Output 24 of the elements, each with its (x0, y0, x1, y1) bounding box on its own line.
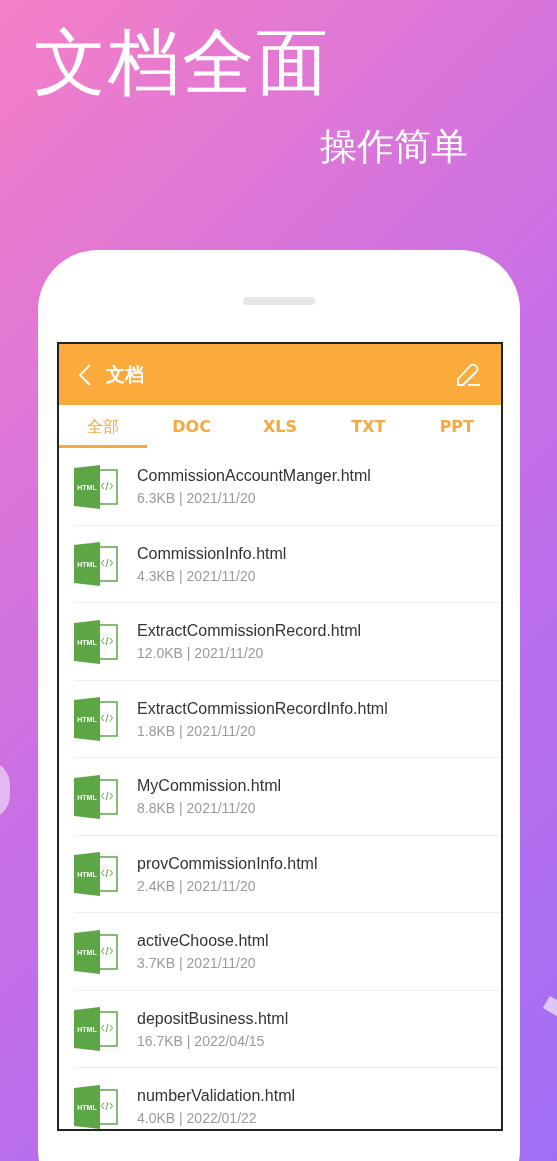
subheadline: 操作简单 (320, 124, 468, 170)
file-name: ExtractCommissionRecord.html (137, 621, 362, 642)
file-name: activeChoose.html (137, 931, 269, 952)
file-name: depositBusiness.html (137, 1008, 289, 1029)
headline: 文档全面 (34, 19, 330, 106)
file-name: numberValidation.html (137, 1086, 295, 1107)
file-meta: 4.0KB | 2022/01/22 (137, 1109, 258, 1129)
file-meta: 16.7KB | 2022/04/15 (137, 1031, 266, 1051)
file-meta: 2.4KB | 2021/11/20 (137, 876, 257, 896)
file-meta: 6.3KB | 2021/11/20 (137, 489, 257, 509)
file-name: CommissionInfo.html (137, 543, 287, 564)
screen-title: 文档 (106, 362, 144, 388)
speaker-grille (243, 297, 315, 305)
file-name: provCommissionInfo.html (137, 853, 318, 874)
file-meta: 3.7KB | 2021/11/20 (137, 954, 257, 974)
file-name: ExtractCommissionRecordInfo.html (137, 698, 388, 719)
pencil-icon[interactable] (455, 361, 481, 388)
file-meta: 1.8KB | 2021/11/20 (137, 721, 257, 741)
file-name: MyCommission.html (137, 776, 281, 797)
file-meta: 4.3KB | 2021/11/20 (137, 566, 257, 586)
file-meta: 8.8KB | 2021/11/20 (137, 799, 257, 819)
back-icon[interactable] (79, 363, 91, 386)
file-meta: 12.0KB | 2021/11/20 (137, 644, 265, 664)
file-name: CommissionAccountManger.html (137, 466, 371, 487)
